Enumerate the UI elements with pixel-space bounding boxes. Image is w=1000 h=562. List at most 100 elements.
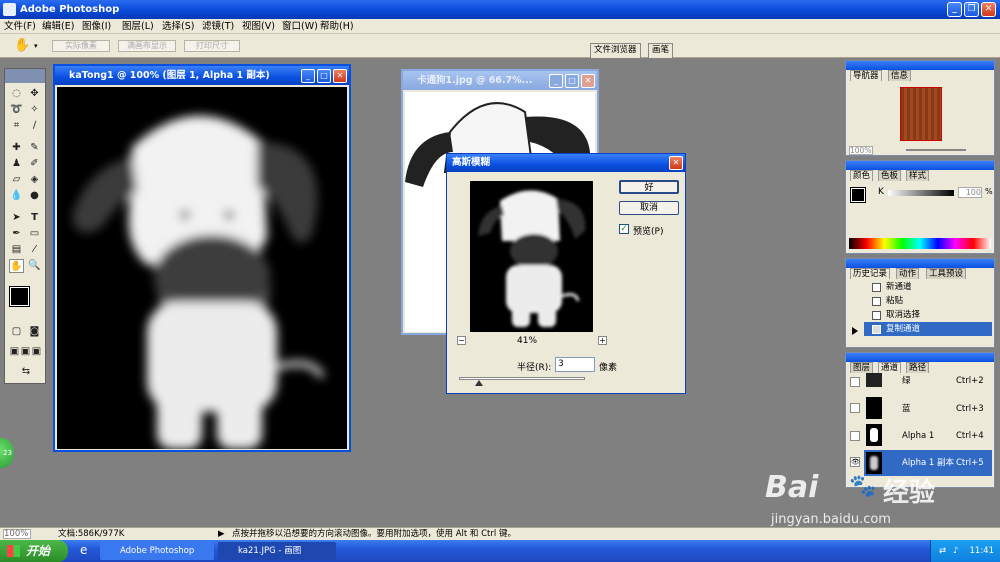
marquee-tool-icon[interactable]: ◌ bbox=[9, 87, 24, 101]
channel-row[interactable]: Alpha 1 Ctrl+4 bbox=[864, 423, 992, 449]
color-fg-swatch[interactable] bbox=[850, 187, 866, 203]
tab-history[interactable]: 历史记录 bbox=[850, 268, 891, 279]
doc2-maximize-icon[interactable]: □ bbox=[565, 74, 579, 88]
restore-icon[interactable]: ❐ bbox=[964, 2, 979, 17]
healing-brush-icon[interactable]: ✚ bbox=[9, 141, 24, 155]
color-k-slider[interactable] bbox=[888, 190, 954, 196]
tab-swatches[interactable]: 色板 bbox=[878, 170, 902, 181]
move-tool-icon[interactable]: ✥ bbox=[27, 87, 42, 101]
foreground-color-swatch[interactable] bbox=[9, 286, 30, 307]
history-brush-icon[interactable]: ✐ bbox=[27, 157, 42, 171]
actual-pixels-button[interactable]: 实际像素 bbox=[52, 40, 110, 52]
tray-network-icon[interactable]: ⇄ bbox=[939, 540, 946, 562]
shape-tool-icon[interactable]: ▭ bbox=[27, 227, 42, 241]
menu-edit[interactable]: 编辑(E) bbox=[42, 20, 74, 33]
history-item[interactable]: 取消选择 bbox=[864, 308, 992, 322]
close-icon[interactable]: ✕ bbox=[981, 2, 996, 17]
dodge-tool-icon[interactable]: ● bbox=[27, 189, 42, 203]
status-arrow-icon[interactable]: ▶ bbox=[218, 528, 225, 540]
start-button[interactable]: 开始 bbox=[0, 540, 68, 562]
preview-checkbox[interactable]: ✓ bbox=[619, 224, 629, 234]
print-size-button[interactable]: 打印尺寸 bbox=[184, 40, 240, 52]
ok-button[interactable]: 好 bbox=[619, 180, 679, 194]
floating-badge[interactable]: 23 bbox=[0, 438, 14, 468]
channel-visibility-icon[interactable] bbox=[850, 403, 860, 413]
menu-layer[interactable]: 图层(L) bbox=[122, 20, 154, 33]
task-paint[interactable]: ka21.JPG - 画图 bbox=[218, 542, 336, 560]
tab-styles[interactable]: 样式 bbox=[906, 170, 930, 181]
screen-mode3-icon[interactable]: ▣ bbox=[29, 345, 44, 359]
slice-tool-icon[interactable]: ∕ bbox=[27, 119, 42, 133]
path-select-icon[interactable]: ➤ bbox=[9, 211, 24, 225]
menu-filter[interactable]: 滤镜(T) bbox=[202, 20, 234, 33]
tab-channels[interactable]: 通道 bbox=[878, 362, 902, 373]
doc1-maximize-icon[interactable]: □ bbox=[317, 69, 331, 83]
doc2-close-icon[interactable]: ✕ bbox=[581, 74, 595, 88]
menu-help[interactable]: 帮助(H) bbox=[320, 20, 354, 33]
menu-window[interactable]: 窗口(W) bbox=[282, 20, 318, 33]
tab-brushes[interactable]: 画笔 bbox=[648, 43, 674, 58]
history-item[interactable]: 新通道 bbox=[864, 280, 992, 294]
minimize-icon[interactable]: _ bbox=[947, 2, 962, 17]
status-zoom[interactable]: 100% bbox=[3, 529, 31, 539]
bucket-tool-icon[interactable]: ◈ bbox=[27, 173, 42, 187]
fit-screen-button[interactable]: 满画布显示 bbox=[118, 40, 176, 52]
standard-mode-icon[interactable]: ▢ bbox=[9, 325, 24, 339]
channel-row[interactable]: 绿 Ctrl+2 bbox=[864, 373, 992, 389]
hand-icon[interactable]: ✋ bbox=[14, 38, 30, 53]
task-photoshop[interactable]: Adobe Photoshop bbox=[100, 542, 214, 560]
menu-view[interactable]: 视图(V) bbox=[242, 20, 275, 33]
doc1-minimize-icon[interactable]: _ bbox=[301, 69, 315, 83]
notes-tool-icon[interactable]: ▤ bbox=[9, 243, 24, 257]
dialog-close-icon[interactable]: ✕ bbox=[669, 156, 683, 170]
history-slider-icon[interactable] bbox=[852, 327, 858, 335]
tab-tool-presets[interactable]: 工具预设 bbox=[926, 268, 967, 279]
doc2-minimize-icon[interactable]: _ bbox=[549, 74, 563, 88]
tab-color[interactable]: 颜色 bbox=[850, 170, 874, 181]
jump-to-imageready-icon[interactable]: ⇆ bbox=[11, 365, 41, 379]
tab-info[interactable]: 信息 bbox=[888, 70, 912, 81]
tab-layers[interactable]: 图层 bbox=[850, 362, 874, 373]
blur-preview[interactable] bbox=[470, 181, 593, 332]
channel-visibility-icon[interactable] bbox=[850, 431, 860, 441]
history-item-selected[interactable]: 复制通道 bbox=[864, 322, 992, 336]
zoom-tool-icon[interactable]: 🔍 bbox=[27, 259, 42, 273]
tab-actions[interactable]: 动作 bbox=[896, 268, 920, 279]
navigator-thumbnail[interactable] bbox=[900, 87, 942, 141]
hand-tool-icon[interactable]: ✋ bbox=[9, 259, 24, 273]
radius-input[interactable]: 3 bbox=[555, 357, 595, 372]
zoom-out-button[interactable]: − bbox=[457, 336, 466, 345]
color-k-value[interactable]: 100 bbox=[958, 187, 982, 198]
history-item[interactable]: 粘贴 bbox=[864, 294, 992, 308]
tab-navigator[interactable]: 导航器 bbox=[850, 70, 882, 81]
channel-eye-icon[interactable]: 👁 bbox=[850, 457, 860, 467]
quicklaunch-ie-icon[interactable]: e bbox=[80, 543, 87, 557]
menu-file[interactable]: 文件(F) bbox=[4, 20, 36, 33]
menu-image[interactable]: 图像(I) bbox=[82, 20, 111, 33]
magic-wand-icon[interactable]: ✧ bbox=[27, 103, 42, 117]
menu-select[interactable]: 选择(S) bbox=[162, 20, 194, 33]
channel-visibility-icon[interactable] bbox=[850, 377, 860, 387]
doc1-close-icon[interactable]: ✕ bbox=[333, 69, 347, 83]
navigator-zoom-slider[interactable] bbox=[906, 149, 966, 151]
tab-paths[interactable]: 路径 bbox=[906, 362, 930, 373]
blur-tool-icon[interactable]: 💧 bbox=[9, 189, 24, 203]
pen-tool-icon[interactable]: ✒ bbox=[9, 227, 24, 241]
dropdown-icon[interactable]: ▾ bbox=[34, 42, 38, 50]
stamp-tool-icon[interactable]: ♟ bbox=[9, 157, 24, 171]
brush-tool-icon[interactable]: ✎ bbox=[27, 141, 42, 155]
eraser-tool-icon[interactable]: ▱ bbox=[9, 173, 24, 187]
tray-volume-icon[interactable]: ♪ bbox=[953, 540, 958, 562]
eyedropper-icon[interactable]: ⁄ bbox=[27, 243, 42, 257]
doc1-canvas[interactable] bbox=[57, 87, 347, 449]
cancel-button[interactable]: 取消 bbox=[619, 201, 679, 215]
zoom-in-button[interactable]: + bbox=[598, 336, 607, 345]
color-ramp[interactable] bbox=[849, 238, 991, 249]
radius-slider-handle[interactable] bbox=[475, 380, 483, 386]
crop-tool-icon[interactable]: ⌗ bbox=[9, 119, 24, 133]
navigator-zoom[interactable]: 100% bbox=[849, 146, 873, 155]
quick-mask-icon[interactable]: ◙ bbox=[27, 325, 42, 339]
type-tool-icon[interactable]: T bbox=[27, 211, 42, 225]
lasso-tool-icon[interactable]: ➰ bbox=[9, 103, 24, 117]
channel-row[interactable]: 蓝 Ctrl+3 bbox=[864, 396, 992, 422]
